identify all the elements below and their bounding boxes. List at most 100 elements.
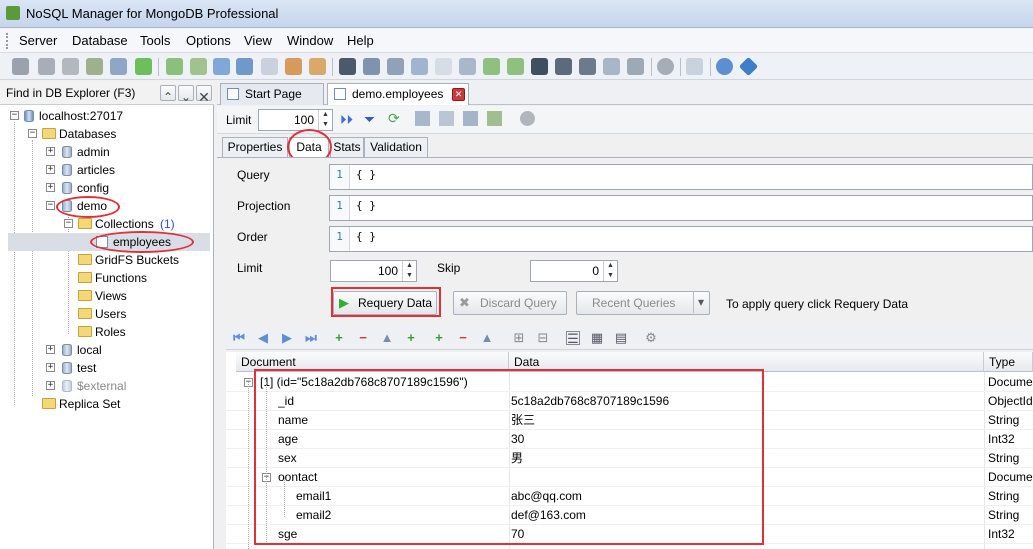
chevron-down-icon[interactable]: ⌄	[178, 85, 194, 104]
about-icon[interactable]	[738, 56, 759, 77]
chevron-up-icon[interactable]: ⌃	[160, 85, 176, 104]
keyboard-icon[interactable]	[627, 58, 644, 75]
tree-item-server[interactable]: − localhost:27017	[8, 107, 208, 125]
add-database-icon[interactable]	[166, 58, 183, 75]
order-editor[interactable]: 1 { }	[329, 226, 1033, 252]
help-icon[interactable]	[716, 58, 733, 75]
tree-item-roles[interactable]: Roles	[8, 323, 208, 341]
tree-item-collections[interactable]: − Collections (1)	[8, 215, 208, 233]
dropdown-arrow-icon[interactable]: ▾	[693, 291, 704, 313]
export-icon[interactable]	[459, 58, 476, 75]
menu-server[interactable]: Server	[19, 33, 57, 48]
menu-view[interactable]: View	[244, 33, 272, 48]
gear-icon[interactable]	[520, 111, 535, 126]
gear-icon[interactable]: ⚙	[644, 331, 658, 345]
query-icon[interactable]	[387, 58, 404, 75]
disconnect-icon[interactable]	[38, 58, 55, 75]
tree-item-users[interactable]: Users	[8, 305, 208, 323]
remove-field-icon[interactable]: −	[456, 331, 470, 345]
tree-item-admin[interactable]: + admin	[8, 143, 208, 161]
plug-icon[interactable]	[110, 58, 127, 75]
collapse-icon[interactable]: −	[28, 129, 37, 138]
expand-icon[interactable]: +	[46, 363, 55, 372]
column-type[interactable]: Type	[984, 352, 1033, 372]
skip-field[interactable]: 0 ▲ ▼	[530, 260, 618, 282]
prev-record-icon[interactable]: ◀	[256, 331, 270, 345]
function-icon[interactable]	[261, 58, 278, 75]
expand-icon[interactable]: +	[46, 183, 55, 192]
export-icon[interactable]	[439, 111, 454, 126]
tab-start-page[interactable]: Start Page	[220, 83, 324, 105]
expand-icon[interactable]: +	[46, 165, 55, 174]
fast-forward-icon[interactable]: ⏵⏵	[340, 112, 353, 128]
text-view-icon[interactable]: ▤	[614, 331, 628, 345]
close-icon[interactable]: ✕	[196, 85, 212, 105]
tab-stats[interactable]: Stats	[330, 137, 364, 157]
recent-queries-button[interactable]: Recent Queries ▾	[576, 291, 710, 315]
collapse-icon[interactable]: −	[46, 201, 55, 210]
filter-icon[interactable]: ⏷	[364, 111, 375, 128]
tab-demo-employees[interactable]: demo.employees ✕	[327, 83, 469, 105]
tab-properties[interactable]: Properties	[222, 137, 288, 157]
table-view-icon[interactable]: ▦	[590, 331, 604, 345]
next-record-icon[interactable]: ▶	[280, 331, 294, 345]
collapse-icon[interactable]: −	[10, 111, 19, 120]
builder-icon[interactable]	[411, 58, 428, 75]
tree-item-gridfs[interactable]: GridFS Buckets	[8, 251, 208, 269]
last-record-icon[interactable]: ⏭	[304, 331, 318, 345]
menu-options[interactable]: Options	[186, 33, 231, 48]
projection-editor[interactable]: 1 { }	[329, 195, 1033, 221]
user-icon[interactable]	[285, 58, 302, 75]
copy-icon[interactable]	[487, 111, 502, 126]
import-icon[interactable]	[463, 111, 478, 126]
dump-icon[interactable]	[603, 58, 620, 75]
move-field-icon[interactable]: ▲	[480, 331, 494, 345]
tree-item-replica-set[interactable]: Replica Set	[8, 395, 208, 413]
spin-arrows-icon[interactable]: ▲ ▼	[318, 110, 332, 130]
tree-view-icon[interactable]: ☰	[566, 331, 580, 346]
add-child-icon[interactable]: +	[404, 331, 418, 345]
grid-icon[interactable]	[415, 111, 430, 126]
spin-arrows-icon[interactable]: ▲ ▼	[402, 261, 416, 281]
window-icon[interactable]	[363, 58, 380, 75]
refresh-icon[interactable]: ⟳	[388, 110, 400, 127]
tree-item-config[interactable]: + config	[8, 179, 208, 197]
query-editor[interactable]: 1 { }	[329, 164, 1033, 190]
expand-icon[interactable]: +	[46, 381, 55, 390]
server-icon[interactable]	[62, 58, 79, 75]
expand-icon[interactable]: +	[46, 345, 55, 354]
grid-icon[interactable]	[213, 58, 230, 75]
spin-arrows-icon[interactable]: ▲ ▼	[603, 261, 617, 281]
collapse-icon[interactable]: −	[64, 219, 73, 228]
tree-item-test[interactable]: + test	[8, 359, 208, 377]
collapse-all-icon[interactable]: ⊟	[536, 331, 550, 345]
linq-icon[interactable]	[435, 58, 452, 75]
gear-icon[interactable]	[657, 58, 674, 75]
tree-item-functions[interactable]: Functions	[8, 269, 208, 287]
connect-icon[interactable]	[12, 58, 29, 75]
copy-icon[interactable]	[507, 58, 524, 75]
menu-tools[interactable]: Tools	[140, 33, 170, 48]
shell-icon[interactable]	[339, 58, 356, 75]
expand-icon[interactable]: +	[46, 147, 55, 156]
edit-icon[interactable]	[86, 58, 103, 75]
expand-all-icon[interactable]: ⊞	[512, 331, 526, 345]
add-icon[interactable]: +	[332, 331, 346, 345]
refresh-icon[interactable]	[135, 58, 152, 75]
find-label[interactable]: Find in DB Explorer (F3)	[6, 86, 135, 100]
stop-icon[interactable]	[555, 58, 572, 75]
add-field-icon[interactable]: +	[432, 331, 446, 345]
limit-stepper[interactable]: 100 ▲ ▼	[258, 109, 333, 131]
tree-item-articles[interactable]: + articles	[8, 161, 208, 179]
import-icon[interactable]	[483, 58, 500, 75]
tree-item-external[interactable]: + $external	[8, 377, 208, 395]
terminal-icon[interactable]	[531, 58, 548, 75]
tree-item-databases[interactable]: − Databases	[8, 125, 208, 143]
monitor-icon[interactable]	[579, 58, 596, 75]
tree-item-views[interactable]: Views	[8, 287, 208, 305]
close-icon[interactable]: ✕	[452, 88, 465, 101]
menu-database[interactable]: Database	[72, 33, 128, 48]
add-collection-icon[interactable]	[190, 58, 207, 75]
tab-validation[interactable]: Validation	[364, 137, 428, 157]
menu-help[interactable]: Help	[347, 33, 374, 48]
